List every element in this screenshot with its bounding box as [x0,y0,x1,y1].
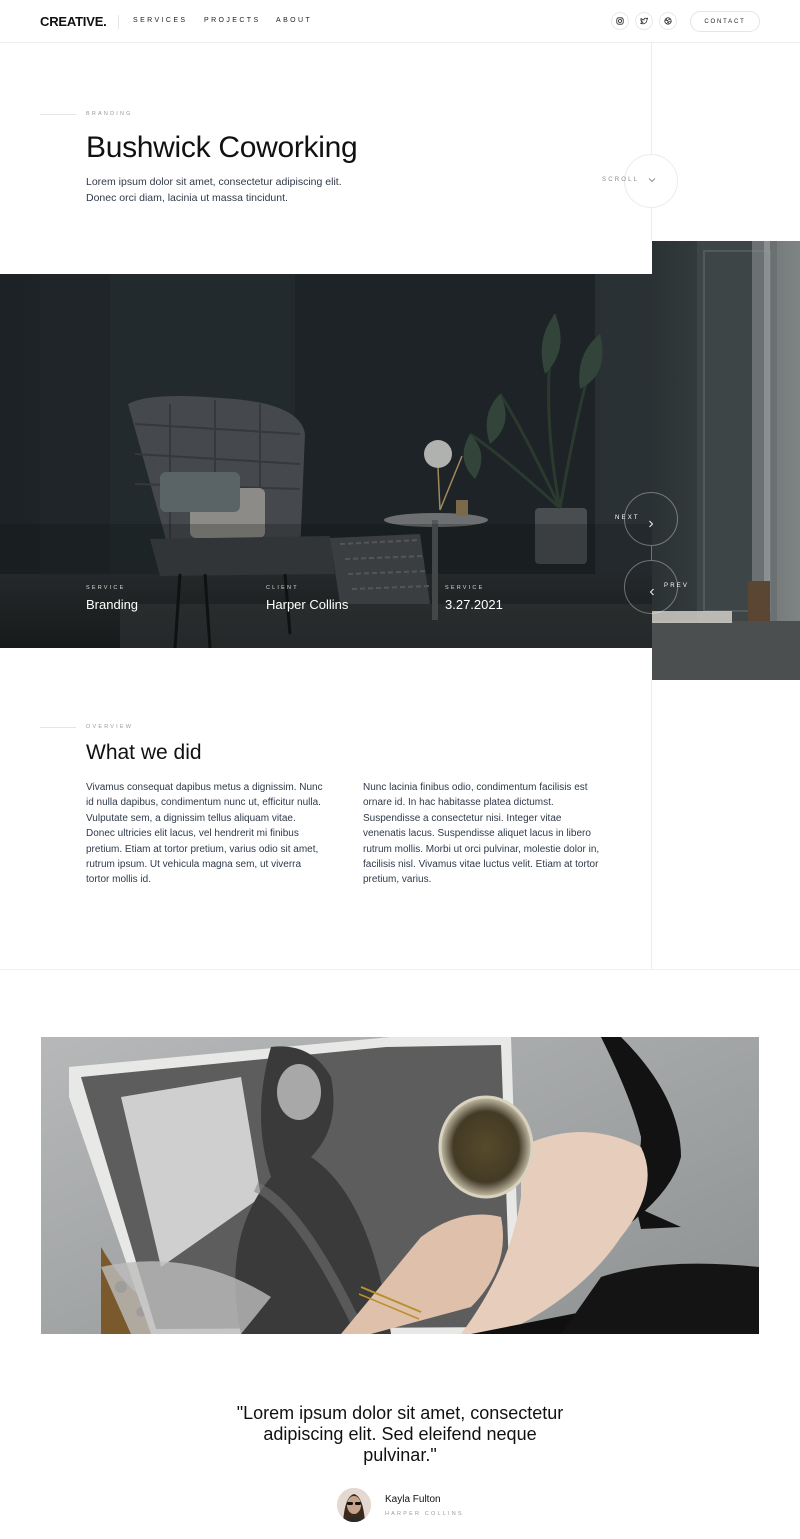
hero-side-image [652,241,800,680]
site-header: CREATIVE. SERVICES PROJECTS ABOUT CONTAC… [0,0,800,43]
page-title: Bushwick Coworking [86,131,358,164]
eyebrow-line [40,114,76,115]
nav-about[interactable]: ABOUT [276,17,312,24]
logo[interactable]: CREATIVE. [40,14,107,29]
scroll-label: SCROLL [602,177,640,183]
contact-button[interactable]: CONTACT [690,11,760,32]
meta-value: Branding [86,597,139,612]
guide-line [651,680,652,970]
author-role: HARPER COLLINS [385,1511,464,1517]
prev-label: PREV [664,583,690,589]
section-title: What we did [86,741,202,764]
dribbble-icon[interactable] [659,12,677,30]
eyebrow-line [40,727,76,728]
chevron-right-icon [648,515,654,533]
next-label: NEXT [615,515,640,521]
hero-description: Lorem ipsum dolor sit amet, consectetur … [86,176,342,204]
nav-projects[interactable]: PROJECTS [204,17,261,24]
twitter-icon[interactable] [635,12,653,30]
testimonial-quote: "Lorem ipsum dolor sit amet, consectetur… [236,1403,564,1465]
chevron-left-icon [649,583,655,601]
section-divider [0,969,800,970]
meta-date: SERVICE 3.27.2021 [445,585,503,612]
author-name: Kayla Fulton [385,1494,441,1505]
meta-client: CLIENT Harper Collins [266,585,348,612]
meta-label: CLIENT [266,585,299,591]
avatar [337,1488,371,1522]
guide-line [651,43,652,154]
chevron-down-icon [648,176,656,185]
hero-eyebrow: BRANDING [86,111,133,117]
nav-services[interactable]: SERVICES [133,17,187,24]
pager-connector [651,546,652,560]
meta-value: Harper Collins [266,597,349,612]
project-photo [41,1037,759,1334]
instagram-icon[interactable] [611,12,629,30]
logo-divider [118,15,119,29]
overview-eyebrow: OVERVIEW [86,724,134,730]
guide-line [651,208,652,241]
meta-service: SERVICE Branding [86,585,138,612]
meta-label: SERVICE [445,585,485,591]
overview-text-left: Vivamus consequat dapibus metus a dignis… [86,782,323,886]
meta-value: 3.27.2021 [445,597,503,612]
overview-text-right: Nunc lacinia finibus odio, condimentum f… [363,782,600,886]
meta-label: SERVICE [86,585,126,591]
